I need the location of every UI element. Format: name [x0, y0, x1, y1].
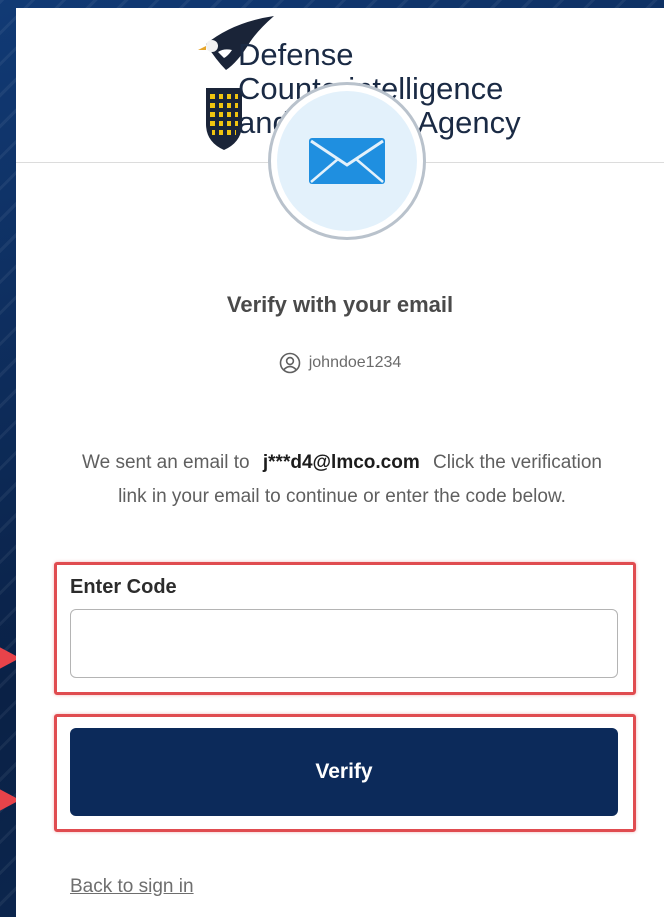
- method-icon-badge: [268, 82, 426, 240]
- verification-card: Defense Counterintelligence and Security…: [16, 8, 664, 917]
- instructions-text: We sent an email to j***d4@lmco.com Clic…: [72, 446, 612, 514]
- username-row: johndoe1234: [16, 352, 664, 374]
- verify-button[interactable]: Verify: [70, 728, 618, 816]
- code-field-label: Enter Code: [70, 576, 177, 598]
- page-title: Verify with your email: [226, 292, 454, 317]
- user-circle-icon: [279, 352, 301, 374]
- envelope-icon: [309, 138, 385, 184]
- brand-line-1: Defense: [238, 37, 354, 72]
- username: johndoe1234: [308, 354, 402, 371]
- back-to-sign-in-link[interactable]: Back to sign in: [70, 876, 194, 898]
- method-icon-background: [277, 91, 417, 231]
- masked-email: j***d4@lmco.com: [262, 452, 420, 473]
- instructions-prefix: We sent an email to: [82, 452, 250, 473]
- code-input[interactable]: [70, 609, 618, 678]
